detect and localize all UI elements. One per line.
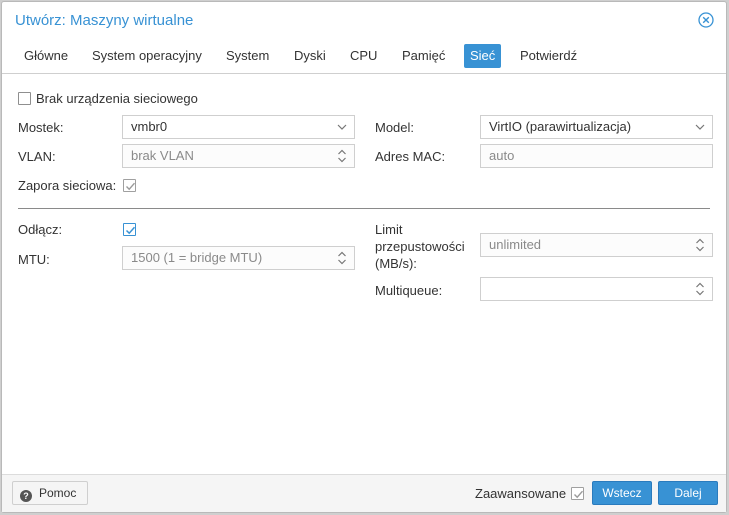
dialog-title: Utwórz: Maszyny wirtualne (15, 12, 194, 29)
no-device-checkbox[interactable] (18, 92, 31, 105)
model-select[interactable]: VirtIO (parawirtualizacja) (480, 115, 713, 139)
mac-input[interactable]: auto (480, 144, 713, 168)
mtu-value: 1500 (1 = bridge MTU) (131, 250, 263, 265)
dialog-window: Utwórz: Maszyny wirtualne Główne System … (1, 1, 727, 513)
next-button[interactable]: Dalej (658, 481, 718, 505)
tab-os[interactable]: System operacyjny (86, 44, 208, 68)
mac-label: Adres MAC: (375, 149, 446, 164)
tab-confirm[interactable]: Potwierdź (514, 44, 583, 68)
network-panel: Brak urządzenia sieciowego Mostek: vmbr0… (2, 75, 726, 474)
disconnect-label: Odłącz: (18, 222, 63, 237)
mtu-label: MTU: (18, 252, 50, 267)
spinner-icon[interactable] (336, 247, 348, 269)
vlan-label: VLAN: (18, 149, 56, 164)
chevron-down-icon[interactable] (336, 116, 348, 138)
title-bar: Utwórz: Maszyny wirtualne (2, 2, 726, 38)
rate-label-line2: przepustowości (375, 239, 465, 254)
tab-memory[interactable]: Pamięć (396, 44, 451, 68)
close-icon[interactable] (698, 12, 714, 28)
firewall-label: Zapora sieciowa: (18, 178, 117, 193)
bridge-select[interactable]: vmbr0 (122, 115, 355, 139)
dialog-footer: ? Pomoc Zaawansowane Wstecz Dalej (2, 474, 726, 512)
help-label: Pomoc (39, 486, 77, 500)
tab-system[interactable]: System (220, 44, 275, 68)
rate-limit-value: unlimited (489, 237, 542, 252)
rate-label-line1: Limit (375, 222, 403, 237)
tab-disks[interactable]: Dyski (288, 44, 332, 68)
tab-bar: Główne System operacyjny System Dyski CP… (2, 38, 726, 74)
advanced-checkbox[interactable] (571, 487, 584, 500)
multiqueue-spinner[interactable] (480, 277, 713, 301)
no-device-label: Brak urządzenia sieciowego (36, 91, 198, 106)
mac-value: auto (489, 148, 515, 163)
mtu-spinner[interactable]: 1500 (1 = bridge MTU) (122, 246, 355, 270)
tab-cpu[interactable]: CPU (344, 44, 383, 68)
model-label: Model: (375, 120, 415, 135)
tab-network[interactable]: Sieć (464, 44, 502, 68)
section-divider (18, 208, 710, 209)
vlan-spinner[interactable]: brak VLAN (122, 144, 355, 168)
firewall-checkbox[interactable] (123, 179, 136, 192)
vlan-value: brak VLAN (131, 148, 194, 163)
svg-text:?: ? (23, 491, 29, 501)
spinner-icon[interactable] (694, 278, 706, 300)
spinner-icon[interactable] (694, 234, 706, 256)
chevron-down-icon[interactable] (694, 116, 706, 138)
disconnect-checkbox[interactable] (123, 223, 136, 236)
model-value: VirtIO (parawirtualizacja) (489, 119, 632, 134)
rate-label-line3: (MB/s): (375, 256, 417, 271)
rate-limit-spinner[interactable]: unlimited (480, 233, 713, 257)
help-icon: ? (20, 487, 32, 509)
tab-general[interactable]: Główne (18, 44, 74, 68)
back-button[interactable]: Wstecz (592, 481, 652, 505)
advanced-label: Zaawansowane (475, 486, 567, 501)
multiqueue-label: Multiqueue: (375, 283, 443, 298)
bridge-value: vmbr0 (131, 119, 168, 134)
help-button[interactable]: ? Pomoc (12, 481, 88, 505)
bridge-label: Mostek: (18, 120, 64, 135)
spinner-icon[interactable] (336, 145, 348, 167)
